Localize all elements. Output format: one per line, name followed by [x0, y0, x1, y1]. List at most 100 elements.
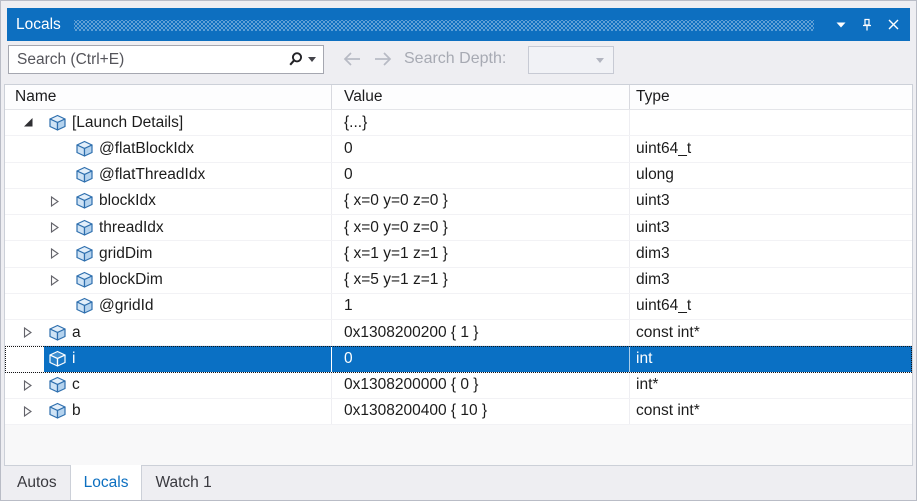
variable-cube-icon	[74, 270, 95, 290]
variable-name: @flatBlockIdx	[99, 139, 194, 157]
tab-autos[interactable]: Autos	[4, 466, 70, 500]
variable-name: @flatThreadIdx	[99, 166, 206, 184]
variable-type	[630, 110, 912, 135]
variable-type: const int*	[636, 323, 700, 341]
variable-value: 0x1308200400 { 10 }	[332, 398, 630, 424]
table-row[interactable]: blockDim { x=5 y=1 z=1 } dim3	[5, 267, 912, 294]
tab-watch-1[interactable]: Watch 1	[142, 466, 224, 500]
variable-name: gridDim	[99, 244, 153, 262]
name-cell: i	[5, 346, 332, 372]
variable-cube-icon	[74, 218, 95, 238]
search-box[interactable]	[8, 45, 324, 74]
variable-cube-icon	[47, 113, 68, 133]
search-forward-button[interactable]	[372, 50, 394, 68]
variable-name: i	[72, 349, 76, 367]
search-back-button[interactable]	[341, 50, 363, 68]
name-cell: [Launch Details]	[5, 110, 332, 136]
name-cell: gridDim	[5, 241, 332, 267]
search-toolbar: Search Depth:	[1, 41, 916, 84]
name-cell: @flatBlockIdx	[5, 136, 332, 162]
name-cell: c	[5, 372, 332, 398]
table-row[interactable]: i 0 int	[5, 346, 912, 373]
variable-name: b	[72, 402, 81, 420]
expander-icon[interactable]	[46, 248, 64, 260]
titlebar-grip-texture	[73, 20, 814, 31]
name-cell: blockIdx	[5, 188, 332, 214]
table-row[interactable]: gridDim { x=1 y=1 z=1 } dim3	[5, 241, 912, 268]
column-header-name[interactable]: Name	[5, 85, 332, 109]
table-row[interactable]: b 0x1308200400 { 10 } const int*	[5, 398, 912, 425]
column-header-value[interactable]: Value	[332, 85, 630, 109]
name-cell: blockDim	[5, 267, 332, 293]
variable-type: uint3	[636, 218, 670, 236]
variable-cube-icon	[47, 401, 68, 421]
variable-type: dim3	[636, 244, 670, 262]
table-row[interactable]: c 0x1308200000 { 0 } int*	[5, 372, 912, 399]
table-row[interactable]: threadIdx { x=0 y=0 z=0 } uint3	[5, 215, 912, 242]
expander-icon[interactable]	[46, 274, 64, 286]
expander-icon[interactable]	[46, 222, 64, 234]
variables-grid: Name Value Type [Launch Details] {...} @f…	[4, 84, 913, 466]
variable-value: 0x1308200200 { 1 }	[332, 320, 630, 346]
variable-cube-icon	[47, 323, 68, 343]
variable-name: blockDim	[99, 271, 163, 289]
variable-value: {...}	[332, 110, 630, 136]
variable-value: 0	[332, 136, 630, 162]
search-input[interactable]	[9, 46, 287, 73]
expander-icon[interactable]	[19, 327, 37, 339]
variable-name: threadIdx	[99, 218, 164, 236]
variable-cube-icon	[74, 191, 95, 211]
variable-value: 1	[332, 293, 630, 319]
variable-value: { x=0 y=0 z=0 }	[332, 188, 630, 214]
search-depth-select[interactable]	[528, 46, 614, 74]
variable-cube-icon	[74, 165, 95, 185]
rows: [Launch Details] {...} @flatBlockIdx 0 uint…	[5, 110, 912, 465]
locals-tool-window: Locals Search (Ctrl+E) Search Depth: Nam…	[0, 0, 917, 501]
expander-icon[interactable]	[46, 195, 64, 207]
variable-type: uint3	[636, 192, 670, 210]
variable-name: a	[72, 323, 81, 341]
table-row[interactable]: [Launch Details] {...}	[5, 110, 912, 137]
close-icon[interactable]	[880, 8, 906, 41]
variable-cube-icon	[47, 375, 68, 395]
variable-type: const int*	[636, 402, 700, 420]
name-cell: a	[5, 320, 332, 346]
variable-value: 0	[332, 346, 630, 372]
variable-value: 0x1308200000 { 0 }	[332, 372, 630, 398]
variable-type: uint64_t	[636, 139, 692, 157]
variable-cube-icon	[74, 139, 95, 159]
name-cell: @gridId	[5, 293, 332, 319]
tab-locals[interactable]: Locals	[69, 465, 143, 500]
name-cell: b	[5, 398, 332, 424]
window-position-icon[interactable]	[828, 8, 854, 41]
pin-icon[interactable]	[854, 8, 880, 41]
search-depth-label: Search Depth:	[404, 50, 507, 67]
variable-name: c	[72, 376, 80, 394]
expander-icon[interactable]	[19, 117, 37, 128]
table-row[interactable]: @flatBlockIdx 0 uint64_t	[5, 136, 912, 163]
variable-type: int	[630, 346, 912, 372]
variable-type: uint64_t	[636, 297, 692, 315]
search-icon[interactable]	[287, 51, 304, 68]
tool-window-tabstrip: Autos Locals Watch 1	[4, 465, 913, 500]
column-header-type[interactable]: Type	[630, 85, 912, 109]
search-options-chevron-icon[interactable]	[308, 57, 316, 62]
expander-icon[interactable]	[19, 379, 37, 391]
name-cell: @flatThreadIdx	[5, 162, 332, 188]
table-row[interactable]: @gridId 1 uint64_t	[5, 293, 912, 320]
variable-value: { x=1 y=1 z=1 }	[332, 241, 630, 267]
chevron-down-icon	[596, 57, 604, 63]
expander-icon[interactable]	[19, 405, 37, 417]
table-row[interactable]: blockIdx { x=0 y=0 z=0 } uint3	[5, 188, 912, 215]
window-title: Locals	[16, 15, 61, 33]
variable-value: { x=5 y=1 z=1 }	[332, 267, 630, 293]
table-row[interactable]: a 0x1308200200 { 1 } const int*	[5, 320, 912, 347]
variable-cube-icon	[74, 244, 95, 264]
titlebar[interactable]: Locals	[7, 8, 910, 41]
variable-type: int*	[636, 376, 659, 394]
variable-value: 0	[332, 162, 630, 188]
table-row[interactable]: @flatThreadIdx 0 ulong	[5, 162, 912, 189]
variable-cube-icon	[74, 296, 95, 316]
variable-name: @gridId	[99, 297, 154, 315]
variable-name: [Launch Details]	[72, 113, 184, 131]
